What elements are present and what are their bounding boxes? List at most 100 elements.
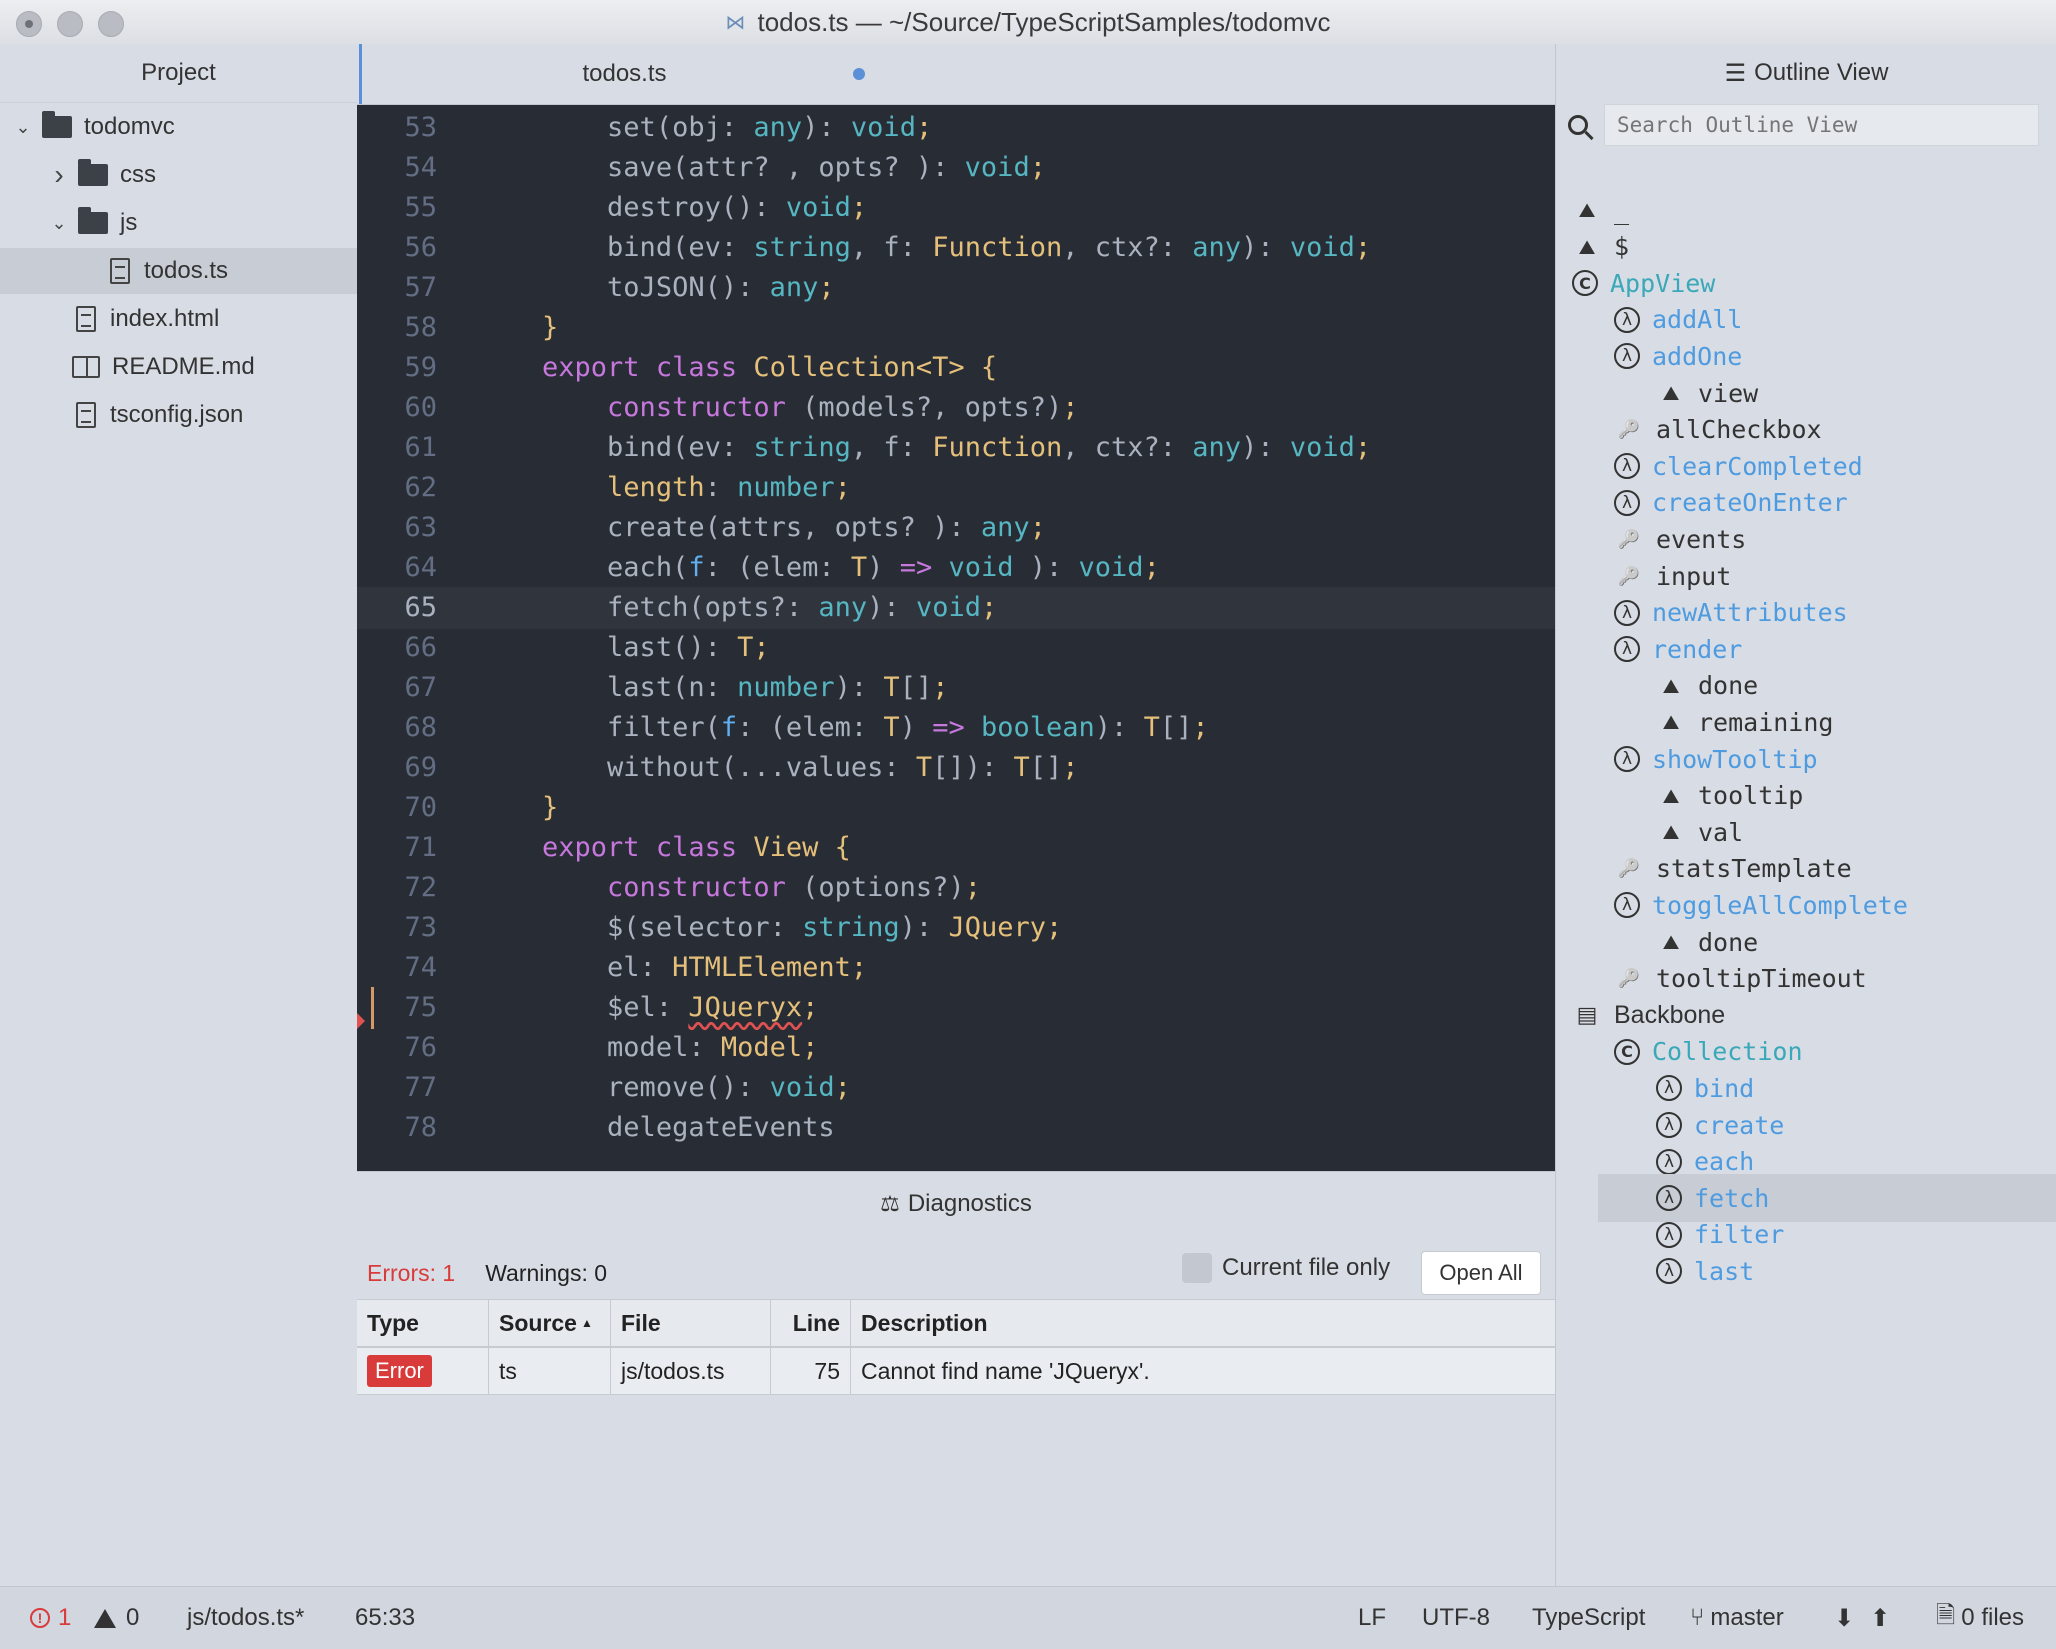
lambda-icon: λ — [1656, 1148, 1682, 1175]
code-line[interactable]: 77 remove(): void; — [357, 1067, 1555, 1109]
git-branch-icon: ⑂ — [1690, 1604, 1705, 1631]
code-line[interactable]: 76 model: Model; — [357, 1027, 1555, 1069]
git-fetch-pull-icon[interactable]: ⬇ — [1834, 1587, 1854, 1649]
table-row[interactable]: Error ts js/todos.ts 75 Cannot find name… — [357, 1348, 1555, 1395]
status-branch[interactable]: ⑂ master — [1690, 1587, 1784, 1649]
code-text: delegateEvents — [607, 1112, 835, 1143]
current-file-only-checkbox[interactable] — [1182, 1253, 1212, 1283]
line-number: 71 — [404, 832, 437, 863]
code-line[interactable]: 54 save(attr? , opts? ): void; — [357, 147, 1555, 189]
code-line[interactable]: 68 filter(f: (elem: T) => boolean): T[]; — [357, 707, 1555, 749]
column-header-type[interactable]: Type — [357, 1300, 489, 1346]
line-number: 72 — [404, 872, 437, 903]
code-text: without(...values: T[]): T[]; — [607, 752, 1079, 783]
class-icon: C — [1572, 270, 1598, 297]
line-number: 69 — [404, 752, 437, 783]
variable-icon: ⛰ — [1662, 820, 1680, 845]
lambda-icon: λ — [1656, 1075, 1682, 1102]
status-errors[interactable]: ! 1 — [30, 1587, 71, 1649]
diagnostics-header: ⚖ Diagnostics — [357, 1171, 1555, 1236]
outline-panel-header: ☰ Outline View — [1556, 44, 2056, 102]
code-line[interactable]: 74 el: HTMLElement; — [357, 947, 1555, 989]
diagnostic-file-cell[interactable]: js/todos.ts — [611, 1348, 771, 1394]
outline-item-label: showTooltip — [1652, 744, 1818, 774]
code-text: save(attr? , opts? ): void; — [607, 152, 1046, 183]
outline-item-label: render — [1652, 634, 1743, 664]
status-line-ending[interactable]: LF — [1358, 1587, 1386, 1649]
outline-search-input[interactable] — [1604, 104, 2039, 146]
code-line[interactable]: 72 constructor (options?); — [357, 867, 1555, 909]
code-line[interactable]: 73 $(selector: string): JQuery; — [357, 907, 1555, 949]
code-line[interactable]: 71 export class View { — [357, 827, 1555, 869]
diagnostic-line-cell: 75 — [771, 1348, 851, 1394]
tree-item-tsconfig-json[interactable]: tsconfig.json — [0, 392, 357, 438]
line-number: 61 — [404, 432, 437, 463]
code-line[interactable]: 53 set(obj: any): void; — [357, 107, 1555, 149]
code-line[interactable]: 75 $el: JQueryx; — [357, 987, 1555, 1029]
code-line[interactable]: 62 length: number; — [357, 467, 1555, 509]
diagnostics-summary: Errors: 1 Warnings: 0 — [367, 1251, 607, 1295]
open-all-button[interactable]: Open All — [1421, 1251, 1541, 1295]
code-line[interactable]: 63 create(attrs, opts? ): any; — [357, 507, 1555, 549]
warnings-count: Warnings: 0 — [485, 1259, 608, 1286]
status-git-files[interactable]: 🗎 0 files — [1936, 1587, 2024, 1649]
code-text: $(selector: string): JQuery; — [607, 912, 1063, 943]
minimize-window-button[interactable] — [57, 11, 83, 37]
chevron-down-icon[interactable]: ⌄ — [12, 117, 34, 138]
code-text: set(obj: any): void; — [607, 112, 933, 143]
code-line[interactable]: 70 } — [357, 787, 1555, 829]
outline-item-label: events — [1656, 524, 1747, 554]
chevron-down-icon[interactable]: ⌄ — [48, 213, 70, 234]
status-file-path[interactable]: js/todos.ts* — [187, 1587, 304, 1649]
code-editor[interactable]: 53 set(obj: any): void; 54 save(attr? , o… — [357, 105, 1555, 1171]
status-warnings[interactable]: 0 — [94, 1587, 139, 1649]
tree-item-js[interactable]: ⌄ js — [0, 200, 357, 246]
column-header-file[interactable]: File — [611, 1300, 771, 1346]
modified-indicator-icon[interactable] — [853, 68, 865, 80]
tree-item-todos-ts[interactable]: todos.ts — [0, 248, 357, 294]
status-grammar[interactable]: TypeScript — [1532, 1587, 1645, 1649]
tree-item-readme-md[interactable]: README.md — [0, 344, 357, 390]
column-header-line[interactable]: Line — [771, 1300, 851, 1346]
tree-item-index-html[interactable]: index.html — [0, 296, 357, 342]
code-line[interactable]: 67 last(n: number): T[]; — [357, 667, 1555, 709]
code-text: } — [542, 792, 559, 823]
tab-todos-ts[interactable]: todos.ts — [359, 44, 887, 104]
code-line[interactable]: 65 fetch(opts?: any): void; — [357, 587, 1555, 629]
diagnostic-source-cell: ts — [489, 1348, 611, 1394]
code-line[interactable]: 60 constructor (models?, opts?); — [357, 387, 1555, 429]
tree-item-todomvc[interactable]: ⌄ todomvc — [0, 104, 357, 150]
folder-icon — [78, 207, 108, 234]
code-line[interactable]: 59 export class Collection<T> { — [357, 347, 1555, 389]
status-cursor-position[interactable]: 65:33 — [355, 1587, 415, 1649]
code-line[interactable]: 66 last(): T; — [357, 627, 1555, 669]
column-header-description[interactable]: Description — [851, 1300, 1555, 1346]
code-line[interactable]: 64 each(f: (elem: T) => void ): void; — [357, 547, 1555, 589]
code-text: remove(): void; — [607, 1072, 851, 1103]
error-gutter-icon[interactable] — [357, 1000, 365, 1029]
zoom-window-button[interactable] — [98, 11, 124, 37]
close-window-button[interactable] — [16, 11, 42, 37]
outline-item-label: _ — [1614, 195, 1630, 225]
outline-item-label: toggleAllComplete — [1652, 890, 1908, 920]
code-line[interactable]: 61 bind(ev: string, f: Function, ctx?: a… — [357, 427, 1555, 469]
title-bar: ⋈ todos.ts — ~/Source/TypeScriptSamples/… — [0, 0, 2056, 45]
code-line[interactable]: 56 bind(ev: string, f: Function, ctx?: a… — [357, 227, 1555, 269]
diagnostics-title: Diagnostics — [907, 1190, 1032, 1217]
code-line[interactable]: 57 toJSON(): any; — [357, 267, 1555, 309]
status-encoding[interactable]: UTF-8 — [1422, 1587, 1490, 1649]
code-line[interactable]: 69 without(...values: T[]): T[]; — [357, 747, 1555, 789]
outline-item[interactable]: λ last — [1556, 1247, 2056, 1295]
scales-icon: ⚖ — [880, 1191, 900, 1216]
chevron-right-icon[interactable]: › — [48, 159, 70, 191]
lambda-icon: λ — [1656, 1258, 1682, 1285]
git-push-icon[interactable]: ⬆ — [1870, 1587, 1890, 1649]
code-line[interactable]: 55 destroy(): void; — [357, 187, 1555, 229]
lambda-icon: λ — [1614, 892, 1640, 919]
column-header-source[interactable]: Source ▲ — [489, 1300, 611, 1346]
code-line[interactable]: 58 } — [357, 307, 1555, 349]
current-file-only-toggle[interactable]: Current file only — [1182, 1253, 1390, 1283]
key-icon: 🔑 — [1617, 565, 1641, 587]
tree-item-css[interactable]: › css — [0, 152, 357, 198]
code-line[interactable]: 78 delegateEvents — [357, 1107, 1555, 1149]
